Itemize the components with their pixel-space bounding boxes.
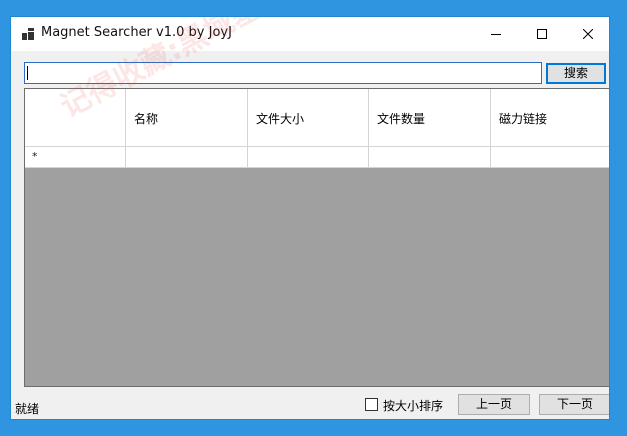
search-input[interactable] (24, 62, 542, 84)
column-header-size[interactable]: 文件大小 (248, 89, 369, 147)
column-header-file-count[interactable]: 文件数量 (369, 89, 491, 147)
close-button[interactable] (565, 17, 609, 51)
maximize-button[interactable] (519, 17, 565, 51)
minimize-icon (491, 34, 501, 35)
status-text: 就绪 (15, 402, 40, 416)
close-icon (583, 29, 593, 39)
search-button[interactable]: 搜索 (546, 63, 606, 84)
cell-file-count[interactable] (369, 147, 491, 168)
cell-size[interactable] (248, 147, 369, 168)
desktop: Magnet Searcher v1.0 by JoyJ 搜索 名称 文件大小 … (0, 0, 627, 436)
cell-name[interactable] (126, 147, 248, 168)
new-row[interactable]: * (25, 147, 609, 168)
previous-page-button[interactable]: 上一页 (458, 394, 530, 415)
results-grid[interactable]: 名称 文件大小 文件数量 磁力链接 * (24, 88, 609, 387)
column-header-label: 文件数量 (377, 112, 426, 126)
minimize-button[interactable] (473, 17, 519, 51)
column-header-magnet-link[interactable]: 磁力链接 (491, 89, 609, 147)
row-header[interactable]: * (25, 147, 126, 168)
main-window: Magnet Searcher v1.0 by JoyJ 搜索 名称 文件大小 … (10, 16, 610, 420)
column-header-name[interactable]: 名称 (126, 89, 248, 147)
sort-by-size-label[interactable]: 按大小排序 (383, 397, 443, 414)
maximize-icon (537, 29, 547, 39)
next-page-button[interactable]: 下一页 (539, 394, 609, 415)
column-header-label: 文件大小 (256, 112, 305, 126)
row-header-corner[interactable] (25, 89, 126, 147)
window-title: Magnet Searcher v1.0 by JoyJ (41, 25, 232, 40)
grid-header: 名称 文件大小 文件数量 磁力链接 (25, 89, 609, 147)
cell-magnet-link[interactable] (491, 147, 609, 168)
title-bar[interactable]: Magnet Searcher v1.0 by JoyJ (11, 17, 609, 51)
sort-by-size-checkbox[interactable] (365, 398, 378, 411)
column-header-label: 磁力链接 (499, 112, 548, 126)
column-header-label: 名称 (134, 112, 159, 126)
new-row-marker: * (32, 150, 38, 163)
text-caret (27, 66, 28, 80)
app-icon (22, 28, 34, 40)
